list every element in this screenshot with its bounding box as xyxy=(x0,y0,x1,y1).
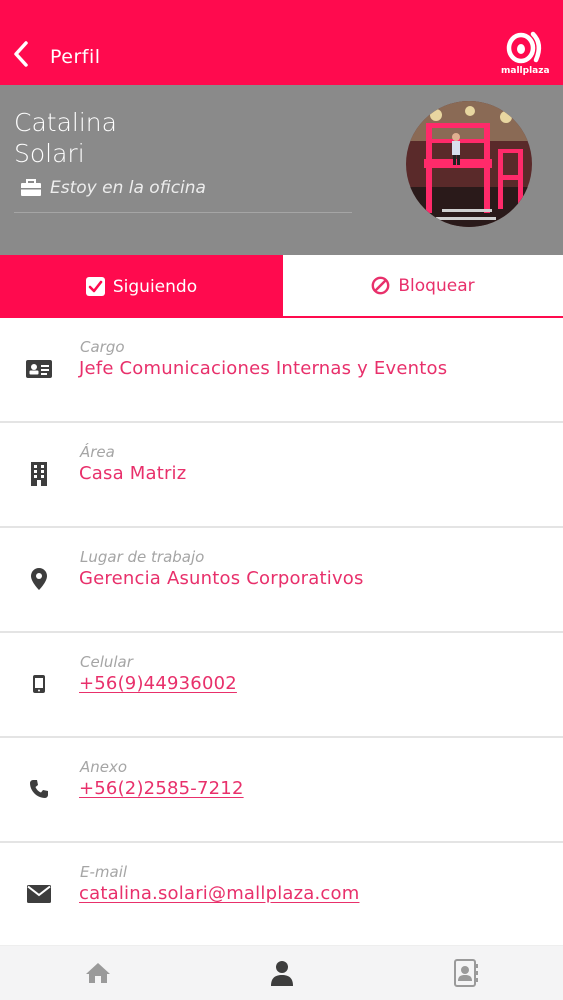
status-message: Estoy en la oficina xyxy=(20,178,206,198)
briefcase-icon xyxy=(21,179,41,196)
envelope-icon xyxy=(26,881,52,907)
avatar[interactable] xyxy=(406,101,532,227)
first-name: Catalina xyxy=(14,108,117,137)
email-link[interactable]: catalina.solari@mallplaza.com xyxy=(79,883,359,904)
contacts-icon xyxy=(454,959,478,987)
status-divider xyxy=(14,212,352,213)
detail-row-mobile: Celular +56(9)44936002 xyxy=(0,633,563,738)
detail-row-email: E-mail catalina.solari@mallplaza.com xyxy=(0,843,563,948)
block-icon xyxy=(371,276,390,295)
brand-name: mallplaza xyxy=(501,66,550,76)
detail-value: Gerencia Asuntos Corporativos xyxy=(79,568,364,589)
mobile-phone-link[interactable]: +56(9)44936002 xyxy=(79,673,237,694)
mallplaza-logo-icon xyxy=(506,31,542,64)
bottom-tab-bar xyxy=(0,945,563,1000)
mobile-phone-icon xyxy=(26,671,52,697)
following-label: Siguiendo xyxy=(112,276,198,297)
back-button[interactable] xyxy=(6,36,36,72)
following-button[interactable]: Siguiendo xyxy=(0,255,283,318)
detail-row-workplace: Lugar de trabajo Gerencia Asuntos Corpor… xyxy=(0,528,563,633)
tab-contacts[interactable] xyxy=(446,956,486,990)
mallplaza-logo: mallplaza xyxy=(501,30,550,80)
last-name: Solari xyxy=(14,139,85,168)
detail-row-area: Área Casa Matriz xyxy=(0,423,563,528)
detail-value: Casa Matriz xyxy=(79,463,187,484)
profile-actions: Siguiendo Bloquear xyxy=(0,255,563,318)
tab-profile[interactable] xyxy=(262,956,302,990)
detail-label: Cargo xyxy=(80,338,125,356)
user-icon xyxy=(271,961,293,986)
detail-label: Área xyxy=(80,443,115,461)
page-title: Perfil xyxy=(50,46,101,68)
detail-label: Celular xyxy=(80,653,133,671)
profile-name: Catalina Solari xyxy=(14,107,117,169)
avatar-photo xyxy=(406,101,532,227)
block-label: Bloquear xyxy=(398,275,475,296)
profile-header: Catalina Solari Estoy en la oficina xyxy=(0,85,563,255)
top-bar: Perfil mallplaza xyxy=(0,0,563,85)
home-icon xyxy=(86,963,110,983)
phone-icon xyxy=(26,776,52,802)
location-pin-icon xyxy=(26,566,52,592)
building-icon xyxy=(26,461,52,487)
checkbox-checked-icon xyxy=(85,277,105,296)
detail-label: Anexo xyxy=(80,758,128,776)
tab-home[interactable] xyxy=(78,956,118,990)
detail-value: Jefe Comunicaciones Internas y Eventos xyxy=(79,358,448,379)
detail-label: E-mail xyxy=(80,863,128,881)
id-card-icon xyxy=(26,356,52,382)
status-text: Estoy en la oficina xyxy=(50,178,206,198)
block-button[interactable]: Bloquear xyxy=(283,255,563,318)
detail-row-extension: Anexo +56(2)2585-7212 xyxy=(0,738,563,843)
extension-phone-link[interactable]: +56(2)2585-7212 xyxy=(79,778,244,799)
detail-row-cargo: Cargo Jefe Comunicaciones Internas y Eve… xyxy=(0,318,563,423)
detail-label: Lugar de trabajo xyxy=(80,548,205,566)
chevron-left-icon xyxy=(14,41,28,67)
